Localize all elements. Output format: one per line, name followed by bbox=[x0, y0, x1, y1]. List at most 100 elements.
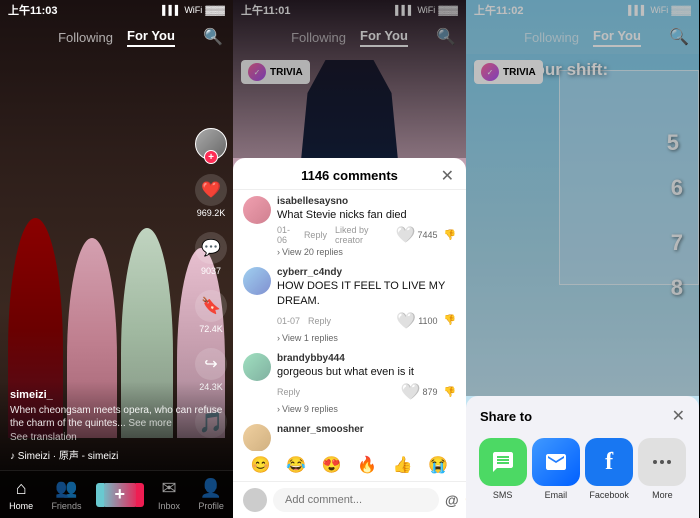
share-facebook[interactable]: f Facebook bbox=[585, 438, 633, 500]
comment-user-1: isabellesaysno bbox=[277, 196, 456, 207]
comment-body-3: brandybby444 gorgeous but what even is i… bbox=[277, 353, 456, 414]
comment-avatar-1 bbox=[243, 196, 271, 224]
emoji-6[interactable]: 😭 bbox=[428, 455, 448, 475]
like-action[interactable]: ❤️ 969.2K bbox=[195, 174, 227, 218]
like-count-1: 7445 bbox=[418, 230, 438, 240]
nav-bar-1: Following For You 🔍 bbox=[0, 20, 233, 54]
battery-icon: ▓▓▓ bbox=[205, 5, 225, 15]
inbox-icon: ✉ bbox=[161, 478, 176, 499]
see-more-1[interactable]: See more bbox=[128, 418, 171, 429]
comment-meta-1: 01-06 Reply Liked by creator 🤍 7445 👎 bbox=[277, 225, 456, 245]
bookmark-action[interactable]: 🔖 72.4K bbox=[195, 290, 227, 334]
comment-body-4: nanner_smoosher bbox=[277, 424, 456, 451]
panel-3: 上午11:02 ▌▌▌ WiFi ▓▓▓ Following For You 🔍… bbox=[466, 0, 699, 518]
creator-avatar-item[interactable]: + bbox=[195, 128, 227, 160]
share-title: Share to bbox=[480, 409, 532, 424]
comment-likes-3: 🤍 879 👎 bbox=[401, 382, 456, 402]
emoji-4[interactable]: 🔥 bbox=[357, 455, 377, 475]
like-heart-1: 🤍 bbox=[396, 225, 416, 245]
wifi-icon: WiFi bbox=[184, 5, 202, 15]
comment-avatar-2 bbox=[243, 267, 271, 295]
nav-friends[interactable]: 👥 Friends bbox=[51, 478, 81, 511]
comment-item-1: isabellesaysno What Stevie nicks fan die… bbox=[243, 196, 456, 257]
comment-text-2: HOW DOES IT FEEL TO LIVE MY DREAM. bbox=[277, 279, 456, 308]
at-icon[interactable]: @ bbox=[445, 492, 459, 508]
comment-icon: 💬 bbox=[195, 232, 227, 264]
comment-likes-2: 🤍 1100 👎 bbox=[396, 311, 456, 331]
like-icon: ❤️ bbox=[195, 174, 227, 206]
bookmark-icon: 🔖 bbox=[195, 290, 227, 322]
tab-for-you-1[interactable]: For You bbox=[127, 28, 175, 47]
tab-following-1[interactable]: Following bbox=[58, 30, 113, 45]
comments-dim[interactable] bbox=[233, 0, 466, 158]
more-label: More bbox=[652, 490, 673, 500]
emoji-3[interactable]: 😍 bbox=[322, 455, 342, 475]
dislike-3: 👎 bbox=[444, 387, 456, 398]
comment-reply-1[interactable]: Reply bbox=[304, 230, 327, 240]
close-share-button[interactable]: ✕ bbox=[672, 406, 685, 426]
emoji-row: 😊 😂 😍 🔥 👍 😭 bbox=[233, 451, 466, 481]
like-heart-3: 🤍 bbox=[401, 382, 421, 402]
comment-date-1: 01-06 bbox=[277, 225, 296, 245]
add-button[interactable]: + bbox=[100, 483, 140, 507]
comment-likes-1: 🤍 7445 👎 bbox=[396, 225, 456, 245]
nav-home[interactable]: ⌂ Home bbox=[9, 478, 33, 511]
comment-item-4: nanner_smoosher bbox=[243, 424, 456, 451]
search-icon-1[interactable]: 🔍 bbox=[203, 27, 223, 47]
nav-profile[interactable]: 👤 Profile bbox=[198, 478, 224, 511]
status-time-1: 上午11:03 bbox=[8, 2, 58, 18]
nav-add[interactable]: + bbox=[100, 483, 140, 507]
panel-1: 上午11:03 ▌▌▌ WiFi ▓▓▓ Following For You 🔍… bbox=[0, 0, 233, 518]
share-overlay: Share to ✕ SMS Email bbox=[466, 0, 699, 518]
panel-2: 上午11:01 ▌▌▌ WiFi ▓▓▓ Following For You 🔍… bbox=[233, 0, 466, 518]
comment-avatar-4 bbox=[243, 424, 271, 451]
see-translation[interactable]: See translation bbox=[10, 432, 223, 443]
username-1: simeizi_ bbox=[10, 389, 223, 401]
nav-home-label: Home bbox=[9, 501, 33, 511]
comment-item-3: brandybby444 gorgeous but what even is i… bbox=[243, 353, 456, 414]
comments-list[interactable]: isabellesaysno What Stevie nicks fan die… bbox=[233, 190, 466, 451]
comment-reply-2[interactable]: Reply bbox=[308, 316, 331, 326]
sms-icon bbox=[479, 438, 527, 486]
emoji-1[interactable]: 😊 bbox=[251, 455, 271, 475]
home-icon: ⌂ bbox=[16, 478, 27, 499]
nav-inbox[interactable]: ✉ Inbox bbox=[158, 478, 180, 511]
view-replies-2[interactable]: › View 1 replies bbox=[277, 333, 456, 343]
comments-title: 1146 comments bbox=[301, 168, 398, 183]
bottom-nav-1: ⌂ Home 👥 Friends + ✉ Inbox 👤 Profile bbox=[0, 470, 233, 518]
dislike-1: 👎 bbox=[444, 230, 456, 241]
facebook-icon: f bbox=[585, 438, 633, 486]
comment-action[interactable]: 💬 9037 bbox=[195, 232, 227, 276]
close-comments-button[interactable]: ✕ bbox=[441, 166, 454, 186]
emoji-5[interactable]: 👍 bbox=[393, 455, 413, 475]
view-replies-1[interactable]: › View 20 replies bbox=[277, 247, 456, 257]
view-replies-3[interactable]: › View 9 replies bbox=[277, 404, 456, 414]
like-heart-2: 🤍 bbox=[396, 311, 416, 331]
share-sheet: Share to ✕ SMS Email bbox=[466, 396, 699, 518]
share-dim[interactable] bbox=[466, 0, 699, 396]
share-more[interactable]: More bbox=[638, 438, 686, 500]
comments-input-bar: @ 😊 bbox=[233, 481, 466, 518]
more-icon bbox=[638, 438, 686, 486]
comment-reply-3[interactable]: Reply bbox=[277, 387, 300, 397]
nav-friends-label: Friends bbox=[51, 501, 81, 511]
comments-overlay: 1146 comments ✕ isabellesaysno What Stev… bbox=[233, 0, 466, 518]
input-avatar bbox=[243, 488, 267, 512]
share-sms[interactable]: SMS bbox=[479, 438, 527, 500]
comment-count: 9037 bbox=[201, 266, 221, 276]
comment-liked-1: Liked by creator bbox=[335, 225, 388, 245]
comment-text-3: gorgeous but what even is it bbox=[277, 365, 456, 379]
comment-item-2: cyberr_c4ndy HOW DOES IT FEEL TO LIVE MY… bbox=[243, 267, 456, 343]
status-icons-1: ▌▌▌ WiFi ▓▓▓ bbox=[162, 5, 225, 15]
comment-user-2: cyberr_c4ndy bbox=[277, 267, 456, 278]
facebook-label: Facebook bbox=[589, 490, 629, 500]
share-email[interactable]: Email bbox=[532, 438, 580, 500]
dislike-2: 👎 bbox=[444, 315, 456, 326]
comment-avatar-3 bbox=[243, 353, 271, 381]
share-icons-row: SMS Email f Facebook bbox=[466, 432, 699, 510]
emoji-2[interactable]: 😂 bbox=[286, 455, 306, 475]
audio-text[interactable]: ♪ Simeizi · 原声 - simeizi bbox=[10, 447, 118, 462]
comment-input[interactable] bbox=[273, 488, 439, 512]
follow-plus[interactable]: + bbox=[204, 150, 218, 164]
email-label: Email bbox=[545, 490, 568, 500]
